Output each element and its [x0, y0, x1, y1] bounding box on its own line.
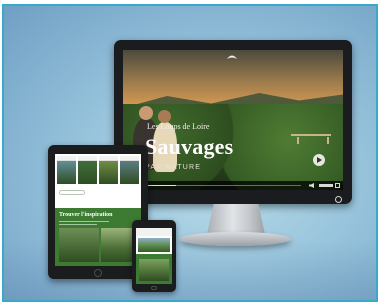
thumbnail-image: [57, 161, 76, 184]
video-controls: [123, 181, 343, 190]
phone-home-icon[interactable]: [151, 286, 157, 290]
play-icon[interactable]: [313, 154, 325, 166]
video-progress-bar[interactable]: [141, 185, 301, 186]
home-button-icon[interactable]: [94, 269, 102, 277]
fullscreen-icon[interactable]: [335, 183, 340, 188]
thumbnail-image: [99, 161, 118, 184]
power-icon: [335, 196, 342, 203]
thumbnail-card[interactable]: [57, 156, 76, 184]
hero-kicker: Les Loups de Loire: [147, 122, 210, 131]
thumbnail-image: [78, 161, 97, 184]
phone-device: [132, 220, 176, 292]
showcase-frame: Les Loups de Loire Sauvages PAR NATURE T…: [2, 4, 378, 302]
thumbnail-card[interactable]: [120, 156, 139, 184]
thumbnail-card[interactable]: [99, 156, 118, 184]
phone-hero-image: [138, 238, 170, 252]
inspiration-heading: Trouver l'inspiration: [59, 212, 113, 218]
text-line: [59, 221, 109, 222]
volume-slider[interactable]: [319, 184, 333, 187]
text-line: [59, 224, 97, 225]
leaf-logo-icon[interactable]: [226, 53, 238, 60]
phone-screen: [136, 228, 172, 284]
thumbnail-card[interactable]: [78, 156, 97, 184]
phone-photo[interactable]: [139, 259, 169, 281]
inspiration-photo[interactable]: [59, 228, 99, 262]
hero-title: Sauvages: [145, 134, 234, 159]
thumbnail-row: [57, 156, 139, 184]
monitor-base: [179, 232, 291, 246]
monitor-screen: Les Loups de Loire Sauvages PAR NATURE: [123, 50, 343, 190]
thumbnail-image: [120, 161, 139, 184]
hero-subtitle: PAR NATURE: [145, 164, 202, 171]
tablet-screen: Trouver l'inspiration: [55, 154, 141, 266]
phone-header: [136, 228, 172, 236]
stone-bridge: [291, 134, 331, 144]
tablet-button[interactable]: [59, 190, 85, 195]
desktop-monitor: Les Loups de Loire Sauvages PAR NATURE: [114, 40, 352, 204]
volume-icon[interactable]: [309, 183, 314, 188]
